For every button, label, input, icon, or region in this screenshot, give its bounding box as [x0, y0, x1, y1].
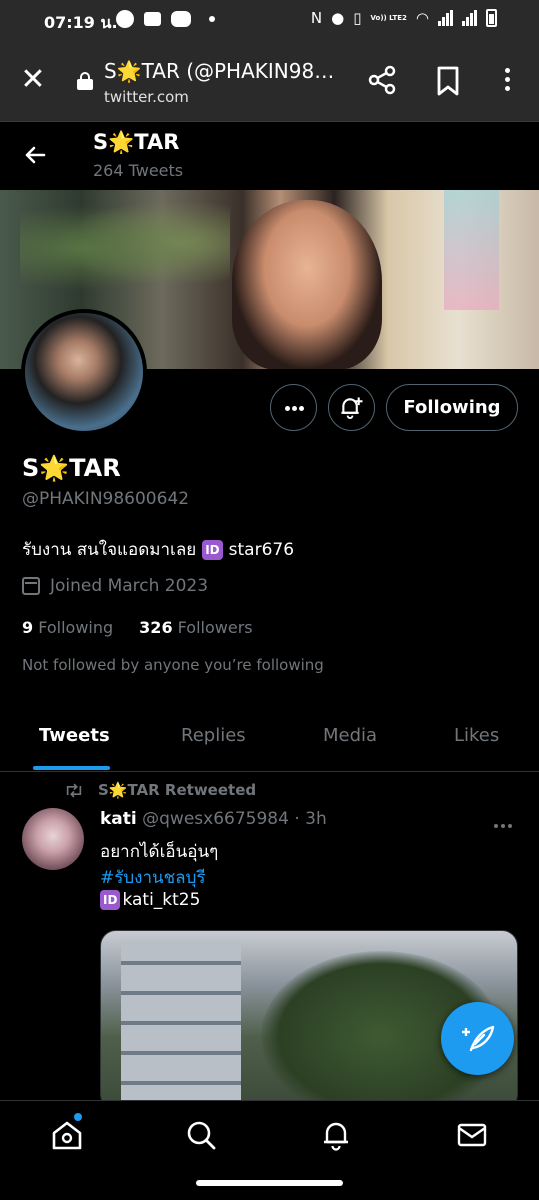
profile-stats: 9 Following 326 Followers [22, 618, 253, 637]
bell-plus-icon [341, 397, 363, 419]
tweet-author-line[interactable]: kati @qwesx6675984 · 3h [100, 809, 327, 829]
browser-toolbar: ✕ S🌟TAR (@PHAKIN98… twitter.com [0, 40, 539, 122]
following-count: 9 [22, 618, 34, 637]
active-tab-indicator [33, 766, 110, 770]
header-name: S🌟TAR [93, 130, 180, 154]
bio-text: รับงาน สนใจแอดมาเลย [22, 540, 197, 560]
vibrate-icon: ▯ [353, 9, 362, 27]
followers-label: Followers [177, 618, 253, 637]
tweet-author-meta: @qwesx6675984 · 3h [142, 809, 327, 829]
feather-plus-icon [462, 1025, 495, 1052]
arrow-left-icon[interactable] [20, 140, 50, 170]
profile-display-name: S🌟TAR [22, 454, 121, 482]
nfc-icon: N [310, 9, 323, 27]
tweet-hashtag-link[interactable]: #รับงานชลบุรี [100, 864, 206, 891]
status-notification-icons [116, 10, 215, 28]
compose-tweet-button[interactable] [441, 1002, 514, 1075]
profile-header-bar: S🌟TAR 264 Tweets [0, 122, 539, 190]
profile-handle: @PHAKIN98600642 [22, 489, 190, 509]
line-notification-icon [171, 11, 191, 27]
battery-icon [486, 9, 497, 27]
status-time: 07:19 น. [44, 13, 118, 32]
browser-url[interactable]: twitter.com [104, 88, 189, 106]
tweet-author-name: kati [100, 809, 137, 829]
search-icon[interactable] [184, 1118, 218, 1152]
bell-icon[interactable] [319, 1118, 353, 1152]
retweet-icon [66, 783, 82, 797]
header-tweet-count: 264 Tweets [93, 161, 184, 180]
more-options-button[interactable] [270, 384, 317, 431]
signal-2-icon [462, 10, 477, 26]
lock-icon[interactable] [77, 72, 93, 90]
bookmark-icon[interactable] [434, 65, 462, 97]
tab-tweets[interactable]: Tweets [39, 725, 110, 746]
more-vertical-icon[interactable] [496, 64, 518, 98]
profile-tabs: Tweets Replies Media Likes [0, 712, 539, 772]
mail-icon[interactable] [455, 1118, 489, 1152]
location-icon: ● [331, 9, 345, 27]
tab-media[interactable]: Media [323, 725, 377, 746]
status-system-icons: N ● ▯ Vo)) LTE2 ◠ [311, 9, 497, 27]
tweet-more-icon[interactable] [494, 813, 518, 828]
retweet-context[interactable]: S🌟TAR Retweeted [64, 781, 256, 799]
not-followed-note: Not followed by anyone you’re following [22, 656, 324, 674]
status-bar: 07:19 น. N ● ▯ Vo)) LTE2 ◠ [0, 0, 539, 40]
close-icon[interactable]: ✕ [18, 65, 48, 96]
home-unread-dot [74, 1113, 82, 1121]
wifi-icon: ◠ [415, 9, 429, 27]
volte-icon: Vo)) LTE2 [370, 14, 407, 22]
profile-joined: Joined March 2023 [22, 576, 208, 596]
browser-page-title[interactable]: S🌟TAR (@PHAKIN98… [104, 59, 344, 83]
profile-avatar[interactable] [21, 309, 147, 435]
retweeted-by: S🌟TAR Retweeted [98, 781, 257, 799]
followers-link[interactable]: 326 Followers [139, 618, 252, 637]
id-badge-icon: ID [202, 539, 223, 560]
tweet-author-avatar[interactable] [22, 808, 84, 870]
tab-replies[interactable]: Replies [181, 725, 246, 746]
following-label: Following [38, 618, 114, 637]
share-icon[interactable] [366, 64, 398, 96]
profile-bio: รับงาน สนใจแอดมาเลย ID star676 [22, 536, 294, 563]
app-notification-icon [116, 10, 134, 28]
signal-1-icon [438, 10, 453, 26]
following-link[interactable]: 9 Following [22, 618, 113, 637]
tab-likes[interactable]: Likes [454, 725, 499, 746]
following-button[interactable]: Following [386, 384, 518, 431]
gesture-bar[interactable] [196, 1180, 343, 1186]
joined-date: Joined March 2023 [50, 576, 209, 596]
more-notifications-dot-icon [209, 16, 215, 22]
id-badge-icon: ID [100, 890, 121, 910]
bio-id: star676 [228, 539, 295, 560]
followers-count: 326 [139, 618, 173, 637]
tweet-text: อยากได้เอ็นอุ่นๆ [100, 842, 219, 862]
home-icon[interactable] [50, 1118, 84, 1152]
notify-button[interactable] [328, 384, 375, 431]
mail-notification-icon [144, 12, 161, 26]
calendar-icon [22, 577, 40, 595]
tweet-id-line: ID kati_kt25 [100, 890, 200, 910]
tweet-id-text: kati_kt25 [122, 890, 201, 910]
